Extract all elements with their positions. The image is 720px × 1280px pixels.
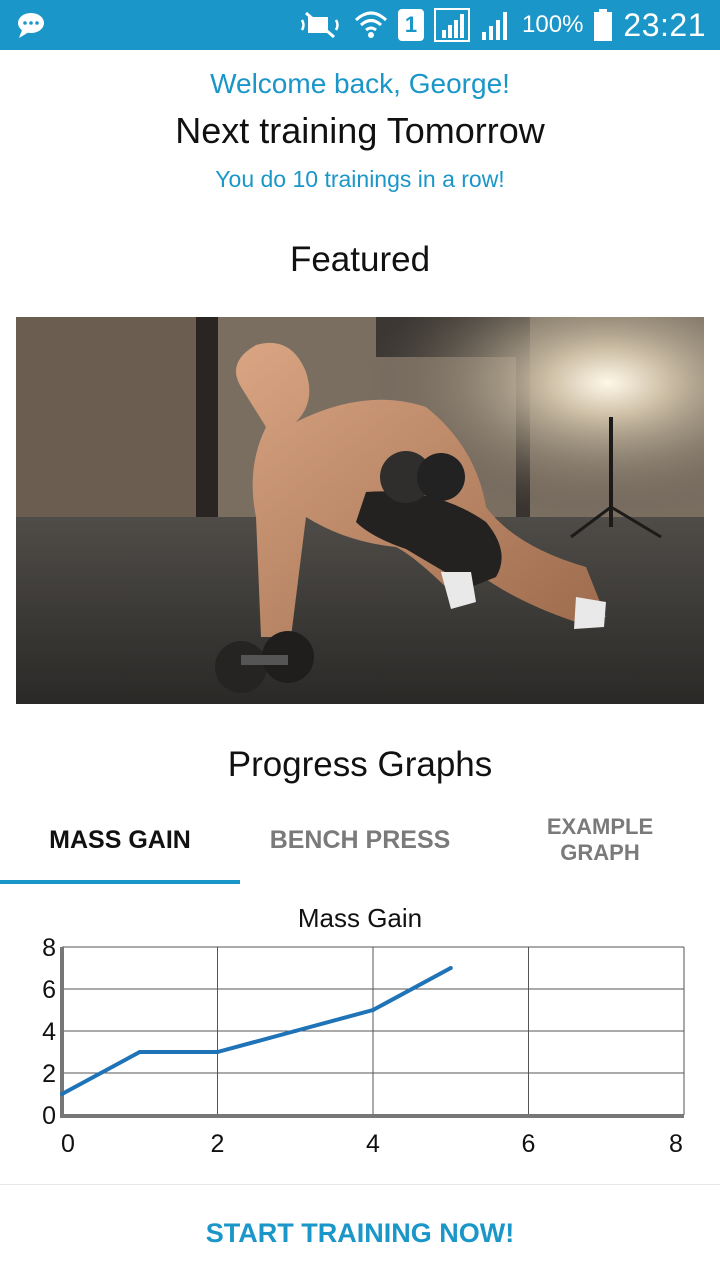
battery-icon: [594, 9, 613, 41]
tab-example-graph[interactable]: EXAMPLE GRAPH: [480, 796, 720, 884]
x-tick-label: 8: [669, 1130, 683, 1158]
status-time: 23:21: [623, 6, 706, 43]
x-tick-label: 6: [522, 1130, 536, 1158]
y-tick-label: 2: [42, 1060, 56, 1088]
divider: [0, 1184, 720, 1185]
x-tick-label: 0: [61, 1130, 75, 1158]
y-tick-label: 0: [42, 1102, 56, 1130]
featured-title: Featured: [289, 240, 431, 279]
tab-label: BENCH PRESS: [269, 825, 451, 854]
x-tick-label: 2: [211, 1130, 225, 1158]
featured-photo: [16, 317, 704, 704]
chart-title: Mass Gain: [298, 903, 422, 933]
wifi-icon: [355, 11, 388, 38]
data-point: [448, 966, 453, 970]
y-tick-label: 6: [42, 976, 56, 1004]
battery-percent: 100%: [522, 11, 584, 38]
y-tick-label: 8: [42, 934, 56, 962]
next-training-text: Next training Tomorrow: [175, 110, 545, 151]
sim-icon: 1: [398, 9, 425, 41]
tab-label: MASS GAIN: [49, 825, 191, 854]
streak-text: You do 10 trainings in a row!: [215, 166, 505, 192]
y-tick-label: 4: [42, 1018, 56, 1046]
status-bar: 1 100% 23:21: [0, 0, 720, 50]
mute-icon: [300, 11, 339, 39]
tab-mass-gain[interactable]: MASS GAIN: [0, 796, 240, 884]
data-point: [293, 1029, 298, 1033]
progress-graphs-title: Progress Graphs: [227, 745, 493, 784]
message-icon: [18, 13, 44, 38]
signal-icon-2: [482, 12, 508, 40]
data-point: [371, 1008, 375, 1012]
mass-gain-chart: Mass Gain 0 2 4 6 8 0 2 4 6 8: [42, 903, 685, 1158]
featured-image[interactable]: [16, 317, 704, 704]
data-point: [215, 1050, 220, 1054]
graph-tabs: MASS GAIN BENCH PRESS EXAMPLE GRAPH: [0, 796, 720, 884]
signal-icon: [434, 8, 471, 42]
tab-label: EXAMPLE GRAPH: [546, 814, 654, 865]
data-point: [60, 1092, 64, 1096]
active-tab-indicator: [0, 880, 240, 884]
start-training-button[interactable]: START TRAINING NOW!: [0, 1190, 720, 1276]
data-point: [137, 1050, 142, 1054]
x-tick-label: 4: [366, 1130, 380, 1158]
tab-bench-press[interactable]: BENCH PRESS: [240, 796, 480, 884]
welcome-text: Welcome back, George!: [210, 68, 510, 99]
